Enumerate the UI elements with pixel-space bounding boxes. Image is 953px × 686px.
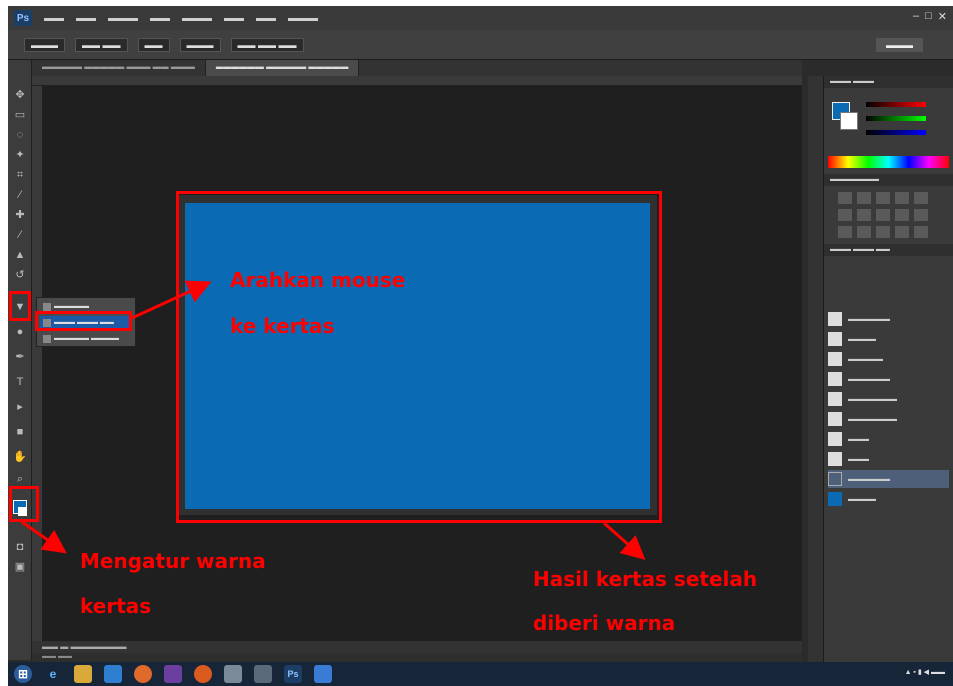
arrow-to-paper bbox=[131, 280, 212, 320]
arrow-to-result-text bbox=[603, 521, 646, 560]
annotation-result-line1: Hasil kertas setelah bbox=[533, 567, 758, 591]
arrow-to-color-text bbox=[21, 520, 67, 554]
annotation-arrows bbox=[21, 280, 646, 560]
annotation-set-color-line2: kertas bbox=[80, 594, 152, 618]
annotation-point-mouse-line2: ke kertas bbox=[230, 314, 335, 338]
annotation-point-mouse-line1: Arahkan mouse bbox=[230, 268, 406, 292]
annotation-result-line2: diberi warna bbox=[533, 611, 676, 635]
annotation-set-color-line1: Mengatur warna bbox=[80, 549, 266, 573]
